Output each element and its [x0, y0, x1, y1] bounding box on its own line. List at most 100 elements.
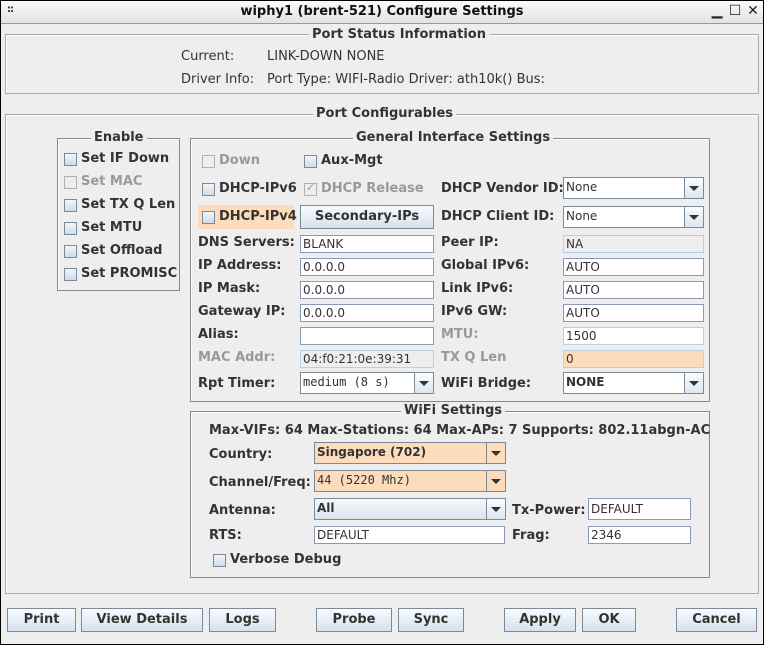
tx-q-len-label: TX Q Len	[441, 350, 507, 365]
title-bar[interactable]: :: wiphy1 (brent-521) Configure Settings…	[1, 1, 763, 24]
view-details-button[interactable]: View Details	[81, 608, 203, 632]
port-configurables-legend: Port Configurables	[313, 107, 457, 121]
configure-settings-window: :: wiphy1 (brent-521) Configure Settings…	[0, 0, 764, 645]
enable-legend: Enable	[91, 131, 147, 145]
set-tx-q-len-label: Set TX Q Len	[81, 197, 176, 212]
dhcp-ipv6-label: DHCP-IPv6	[219, 181, 297, 196]
antenna-select[interactable]: All	[314, 498, 506, 520]
chevron-down-icon[interactable]	[414, 373, 433, 393]
peer-ip-input: NA	[563, 235, 704, 253]
current-label: Current:	[181, 49, 235, 64]
set-if-down-label: Set IF Down	[81, 151, 170, 166]
ipv6-gw-input[interactable]: AUTO	[563, 304, 704, 322]
dhcp-vendor-id-select[interactable]: None	[563, 177, 704, 199]
dhcp-client-id-value: None	[566, 209, 598, 223]
alias-label: Alias:	[198, 327, 239, 342]
aux-mgt-label: Aux-Mgt	[321, 153, 383, 168]
dhcp-vendor-id-value: None	[566, 180, 598, 194]
dhcp-vendor-id-label: DHCP Vendor ID:	[441, 181, 564, 196]
wifi-bridge-value: NONE	[566, 375, 605, 389]
mac-addr-input: 04:f0:21:0e:39:31	[300, 350, 434, 368]
set-offload-label: Set Offload	[81, 243, 163, 258]
gateway-ip-label: Gateway IP:	[198, 304, 286, 319]
sync-button[interactable]: Sync	[398, 608, 464, 632]
chevron-down-icon[interactable]	[684, 178, 703, 198]
rpt-timer-label: Rpt Timer:	[198, 376, 276, 391]
maximize-icon[interactable]: ☐	[727, 3, 743, 19]
link-ipv6-label: Link IPv6:	[441, 281, 514, 296]
verbose-debug-checkbox[interactable]	[213, 554, 226, 567]
dns-servers-input[interactable]: BLANK	[300, 235, 434, 253]
frag-label: Frag:	[512, 528, 550, 543]
set-offload-checkbox[interactable]	[64, 245, 77, 258]
channel-freq-label: Channel/Freq:	[209, 475, 311, 490]
frag-input[interactable]: 2346	[588, 526, 691, 544]
tx-q-len-input[interactable]: 0	[563, 350, 704, 368]
chevron-down-icon[interactable]	[684, 207, 703, 227]
dns-servers-label: DNS Servers:	[198, 235, 295, 250]
current-value: LINK-DOWN NONE	[267, 49, 385, 64]
wifi-bridge-label: WiFi Bridge:	[441, 376, 532, 391]
aux-mgt-checkbox[interactable]	[304, 155, 317, 168]
tx-power-label: Tx-Power:	[512, 503, 586, 518]
port-status-legend: Port Status Information	[309, 28, 489, 42]
mtu-input[interactable]: 1500	[563, 327, 704, 345]
ip-address-label: IP Address:	[198, 258, 282, 273]
ok-button[interactable]: OK	[582, 608, 636, 632]
dhcp-client-id-select[interactable]: None	[563, 206, 704, 228]
set-mtu-checkbox[interactable]	[64, 222, 77, 235]
ip-mask-label: IP Mask:	[198, 281, 261, 296]
ip-address-input[interactable]: 0.0.0.0	[300, 258, 434, 276]
set-mac-label: Set MAC	[81, 174, 143, 189]
cancel-button[interactable]: Cancel	[676, 608, 757, 632]
wifi-bridge-select[interactable]: NONE	[563, 372, 704, 394]
dhcp-ipv6-checkbox[interactable]	[202, 183, 215, 196]
print-button[interactable]: Print	[7, 608, 76, 632]
ipv6-gw-label: IPv6 GW:	[441, 304, 508, 319]
ip-mask-input[interactable]: 0.0.0.0	[300, 281, 434, 299]
country-select[interactable]: Singapore (702)	[314, 442, 506, 464]
apply-button[interactable]: Apply	[504, 608, 576, 632]
antenna-label: Antenna:	[209, 503, 276, 518]
minimize-icon[interactable]: ▁	[709, 3, 725, 19]
rts-input[interactable]: DEFAULT	[314, 526, 505, 544]
set-mtu-label: Set MTU	[81, 220, 143, 235]
gateway-ip-input[interactable]: 0.0.0.0	[300, 304, 434, 322]
link-ipv6-input[interactable]: AUTO	[563, 281, 704, 299]
set-promisc-checkbox[interactable]	[64, 268, 77, 281]
wifi-capabilities: Max-VIFs: 64 Max-Stations: 64 Max-APs: 7…	[209, 423, 711, 438]
chevron-down-icon[interactable]	[486, 443, 505, 463]
dhcp-client-id-label: DHCP Client ID:	[441, 209, 555, 224]
global-ipv6-input[interactable]: AUTO	[563, 258, 704, 276]
secondary-ips-button[interactable]: Secondary-IPs	[300, 205, 434, 229]
chevron-down-icon[interactable]	[486, 471, 505, 491]
chevron-down-icon[interactable]	[684, 373, 703, 393]
down-checkbox	[202, 155, 215, 168]
rpt-timer-select[interactable]: medium (8 s)	[300, 372, 434, 394]
peer-ip-label: Peer IP:	[441, 235, 499, 250]
set-promisc-label: Set PROMISC	[81, 266, 178, 281]
wifi-settings-legend: WiFi Settings	[401, 404, 506, 418]
alias-input[interactable]	[300, 327, 434, 345]
country-label: Country:	[209, 447, 273, 462]
logs-button[interactable]: Logs	[209, 608, 276, 632]
dhcp-ipv4-label: DHCP-IPv4	[219, 209, 297, 224]
set-tx-q-len-checkbox[interactable]	[64, 199, 77, 212]
set-mac-checkbox	[64, 176, 77, 189]
set-if-down-checkbox[interactable]	[64, 153, 77, 166]
mtu-label: MTU:	[441, 327, 479, 342]
global-ipv6-label: Global IPv6:	[441, 258, 530, 273]
chevron-down-icon[interactable]	[486, 499, 505, 519]
tx-power-input[interactable]: DEFAULT	[588, 498, 691, 520]
down-label: Down	[219, 153, 260, 168]
rts-label: RTS:	[209, 528, 242, 543]
dhcp-release-label: DHCP Release	[321, 181, 424, 196]
channel-freq-select[interactable]: 44 (5220 Mhz)	[314, 470, 506, 492]
driver-info-value: Port Type: WIFI-Radio Driver: ath10k() B…	[267, 72, 545, 87]
rpt-timer-value: medium (8 s)	[303, 375, 390, 389]
close-icon[interactable]: ✕	[745, 3, 761, 19]
driver-info-label: Driver Info:	[181, 72, 255, 87]
window-title: wiphy1 (brent-521) Configure Settings	[240, 4, 524, 19]
probe-button[interactable]: Probe	[316, 608, 392, 632]
dhcp-ipv4-checkbox[interactable]	[202, 211, 215, 224]
